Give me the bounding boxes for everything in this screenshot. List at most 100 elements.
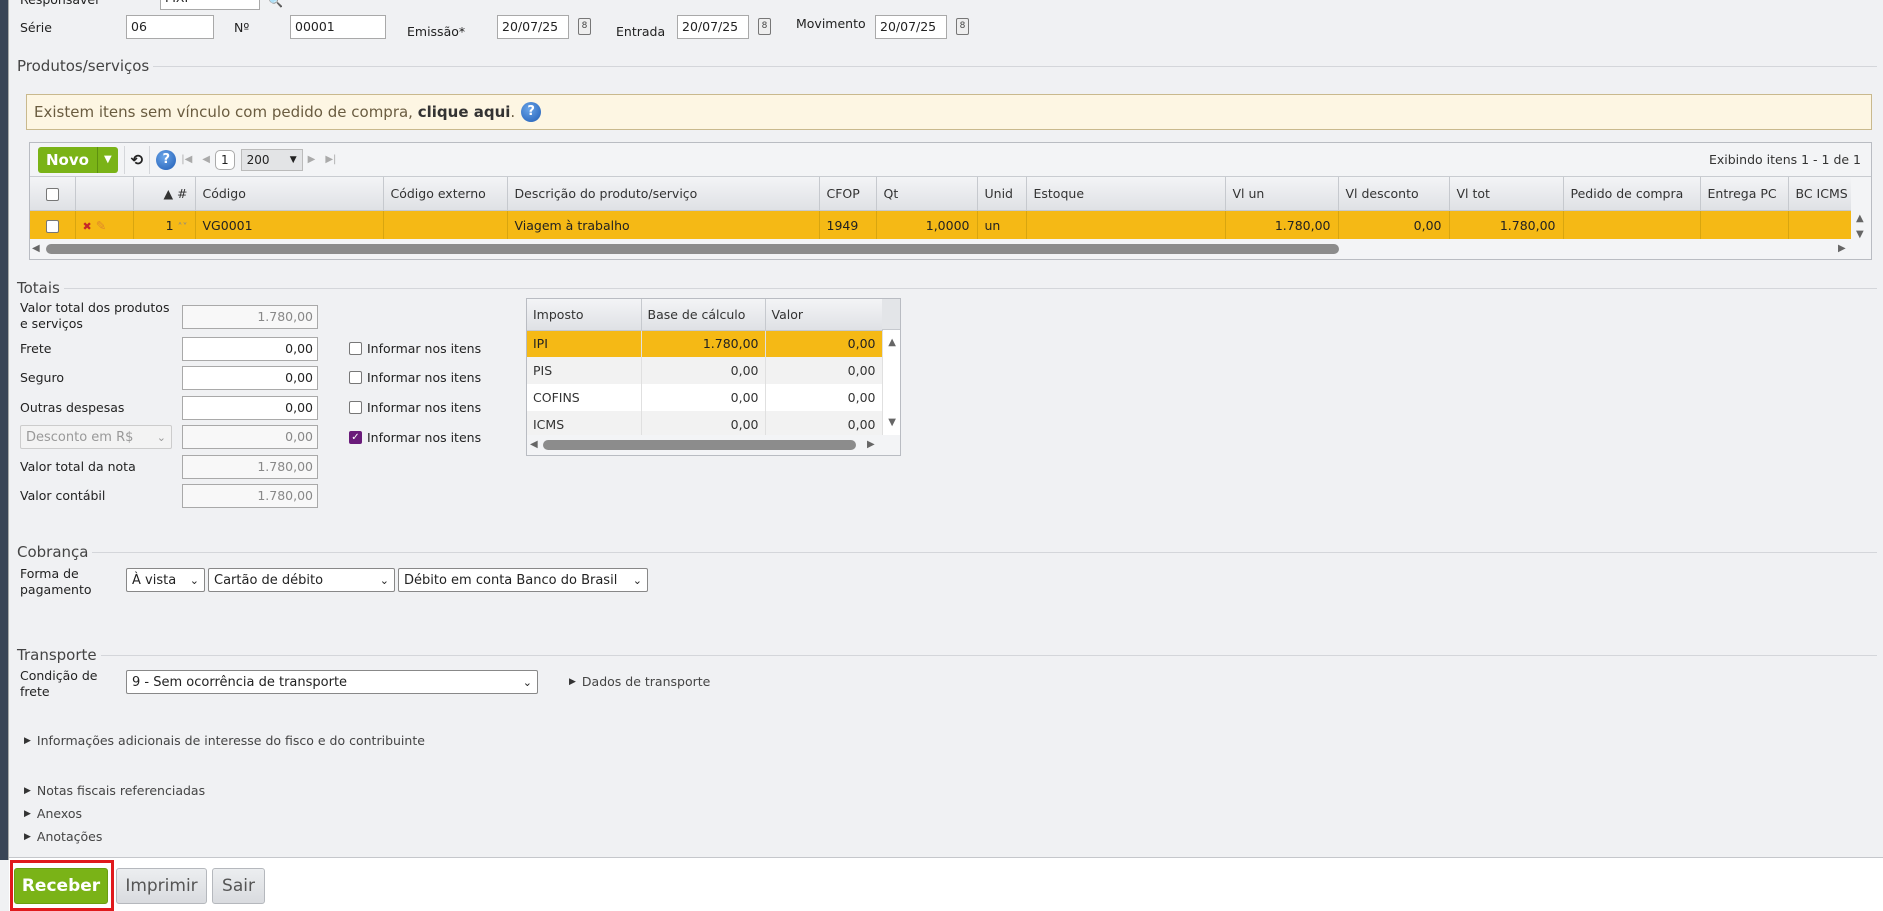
- conta-select[interactable]: Débito em conta Banco do Brasil ⌄: [398, 568, 648, 592]
- col-vl-tot[interactable]: Vl tot: [1449, 177, 1564, 211]
- calendar-icon[interactable]: 8: [758, 18, 771, 35]
- scroll-thumb[interactable]: [46, 244, 1339, 254]
- next-page-icon[interactable]: ▶: [308, 154, 316, 165]
- col-estoque[interactable]: Estoque: [1026, 177, 1226, 211]
- vertical-scrollbar[interactable]: ▲ ▼: [1851, 177, 1871, 241]
- transporte-legend-text: Transporte: [17, 646, 97, 664]
- refresh-icon[interactable]: ⟲: [131, 151, 144, 169]
- last-page-icon[interactable]: ▶|: [325, 154, 336, 165]
- select-all-checkbox[interactable]: [45, 187, 59, 201]
- row-select[interactable]: [30, 210, 76, 241]
- dados-transporte-toggle[interactable]: ▶ Dados de transporte: [569, 674, 710, 689]
- scroll-right-icon[interactable]: ▶: [867, 439, 875, 450]
- seguro-input[interactable]: 0,00: [182, 366, 318, 390]
- page-number[interactable]: 1: [215, 149, 235, 170]
- anotacoes-label: Anotações: [36, 829, 103, 844]
- informar-desconto-checkbox[interactable]: ✓: [349, 431, 362, 444]
- scroll-thumb[interactable]: [543, 440, 856, 450]
- scroll-down-icon[interactable]: ▼: [888, 417, 896, 428]
- info-adicionais-toggle[interactable]: ▶ Informações adicionais de interesse do …: [24, 733, 425, 748]
- col-entrega[interactable]: Entrega PC: [1700, 177, 1789, 211]
- help-icon[interactable]: ?: [521, 102, 542, 122]
- scroll-right-icon[interactable]: ▶: [1838, 243, 1846, 254]
- col-bc-icms[interactable]: BC ICMS: [1788, 177, 1854, 211]
- tax-row[interactable]: IPI 1.780,00 0,00: [527, 330, 883, 357]
- move-up-down-icon[interactable]: ˄˅: [178, 222, 188, 233]
- cell-codigo: VG0001: [195, 210, 384, 241]
- caret-right-icon: ▶: [24, 785, 31, 796]
- informar-seguro-checkbox[interactable]: [349, 371, 362, 384]
- novo-label: Novo: [46, 150, 89, 169]
- col-codigo[interactable]: Código: [195, 177, 384, 211]
- help-icon[interactable]: ?: [156, 149, 177, 170]
- cell-cfop: 1949: [819, 210, 877, 241]
- informar-seguro[interactable]: Informar nos itens: [349, 370, 481, 385]
- prev-page-icon[interactable]: ◀: [202, 154, 210, 165]
- anotacoes-toggle[interactable]: ▶ Anotações: [24, 829, 102, 844]
- search-icon[interactable]: 🔍: [268, 0, 283, 8]
- col-imposto[interactable]: Imposto: [527, 299, 642, 331]
- cell-entrega: [1700, 210, 1789, 241]
- responsavel-input[interactable]: FIXI: [160, 0, 260, 10]
- col-vl-desconto[interactable]: Vl desconto: [1338, 177, 1450, 211]
- tax-row[interactable]: ICMS 0,00 0,00: [527, 411, 883, 438]
- scroll-up-icon[interactable]: ▲: [1856, 213, 1864, 224]
- sair-button[interactable]: Sair: [212, 868, 265, 904]
- table-row[interactable]: ✖ ✎ 1 ˄˅ VG0001 Viagem à trabalho 1949 1…: [30, 210, 1854, 241]
- edit-pencil-icon[interactable]: ✎: [96, 218, 106, 233]
- informar-outras-checkbox[interactable]: [349, 401, 362, 414]
- col-vl-un[interactable]: Vl un: [1225, 177, 1339, 211]
- col-qt[interactable]: Qt: [876, 177, 978, 211]
- imprimir-button[interactable]: Imprimir: [116, 868, 207, 904]
- condicao-frete-select[interactable]: 9 - Sem ocorrência de transporte ⌄: [126, 670, 538, 694]
- caret-right-icon: ▶: [24, 735, 31, 746]
- col-pedido[interactable]: Pedido de compra: [1563, 177, 1701, 211]
- emissao-input[interactable]: 20/07/25: [497, 15, 569, 39]
- cell-estoque: [1026, 210, 1226, 241]
- serie-input[interactable]: 06: [126, 15, 214, 39]
- col-valor[interactable]: Valor: [765, 299, 883, 331]
- movimento-input[interactable]: 20/07/25: [875, 15, 947, 39]
- col-descricao[interactable]: Descrição do produto/serviço: [507, 177, 820, 211]
- col-unid[interactable]: Unid: [977, 177, 1027, 211]
- delete-icon[interactable]: ✖: [83, 220, 92, 233]
- first-page-icon[interactable]: |◀: [181, 154, 192, 165]
- numero-input[interactable]: 00001: [290, 15, 386, 39]
- informar-frete[interactable]: Informar nos itens: [349, 341, 481, 356]
- frete-input[interactable]: 0,00: [182, 337, 318, 361]
- calendar-icon[interactable]: 8: [956, 18, 969, 35]
- col-codigo-externo[interactable]: Código externo: [383, 177, 508, 211]
- prazo-select[interactable]: À vista ⌄: [126, 568, 205, 592]
- cobranca-legend-text: Cobrança: [17, 543, 89, 561]
- dropdown-arrow-icon[interactable]: ▼: [96, 146, 118, 173]
- totais-legend: Totais: [17, 279, 1877, 297]
- scroll-left-icon[interactable]: ◀: [32, 243, 40, 254]
- notas-referenciadas-toggle[interactable]: ▶ Notas fiscais referenciadas: [24, 783, 205, 798]
- informar-label: Informar nos itens: [367, 430, 482, 445]
- alert-text: Existem itens sem vínculo com pedido de …: [34, 103, 413, 121]
- scroll-up-icon[interactable]: ▲: [888, 337, 896, 348]
- informar-frete-checkbox[interactable]: [349, 342, 362, 355]
- meio-pagamento-select[interactable]: Cartão de débito ⌄: [208, 568, 395, 592]
- row-checkbox[interactable]: [45, 220, 59, 234]
- horizontal-scrollbar[interactable]: ◀ ▶: [30, 239, 1871, 259]
- page-size-select[interactable]: 200 ▼: [240, 148, 303, 171]
- entrada-input[interactable]: 20/07/25: [677, 15, 749, 39]
- tax-row[interactable]: PIS 0,00 0,00: [527, 357, 883, 384]
- scroll-left-icon[interactable]: ◀: [530, 439, 538, 450]
- informar-desconto[interactable]: ✓ Informar nos itens: [349, 430, 481, 445]
- alert-link[interactable]: clique aqui: [418, 103, 511, 121]
- desconto-type-value: Desconto em R$: [26, 429, 134, 445]
- row-number: 1: [165, 218, 174, 234]
- select-all-header[interactable]: [30, 177, 76, 211]
- col-number[interactable]: ▲ #: [133, 177, 196, 211]
- informar-outras[interactable]: Informar nos itens: [349, 400, 481, 415]
- outras-despesas-input[interactable]: 0,00: [182, 396, 318, 420]
- tax-horizontal-scrollbar[interactable]: ◀ ▶: [527, 435, 900, 455]
- tax-row[interactable]: COFINS 0,00 0,00: [527, 384, 883, 411]
- calendar-icon[interactable]: 8: [578, 18, 591, 35]
- col-cfop[interactable]: CFOP: [819, 177, 877, 211]
- novo-button[interactable]: Novo ▼: [38, 146, 118, 173]
- col-base[interactable]: Base de cálculo: [641, 299, 766, 331]
- anexos-toggle[interactable]: ▶ Anexos: [24, 806, 82, 821]
